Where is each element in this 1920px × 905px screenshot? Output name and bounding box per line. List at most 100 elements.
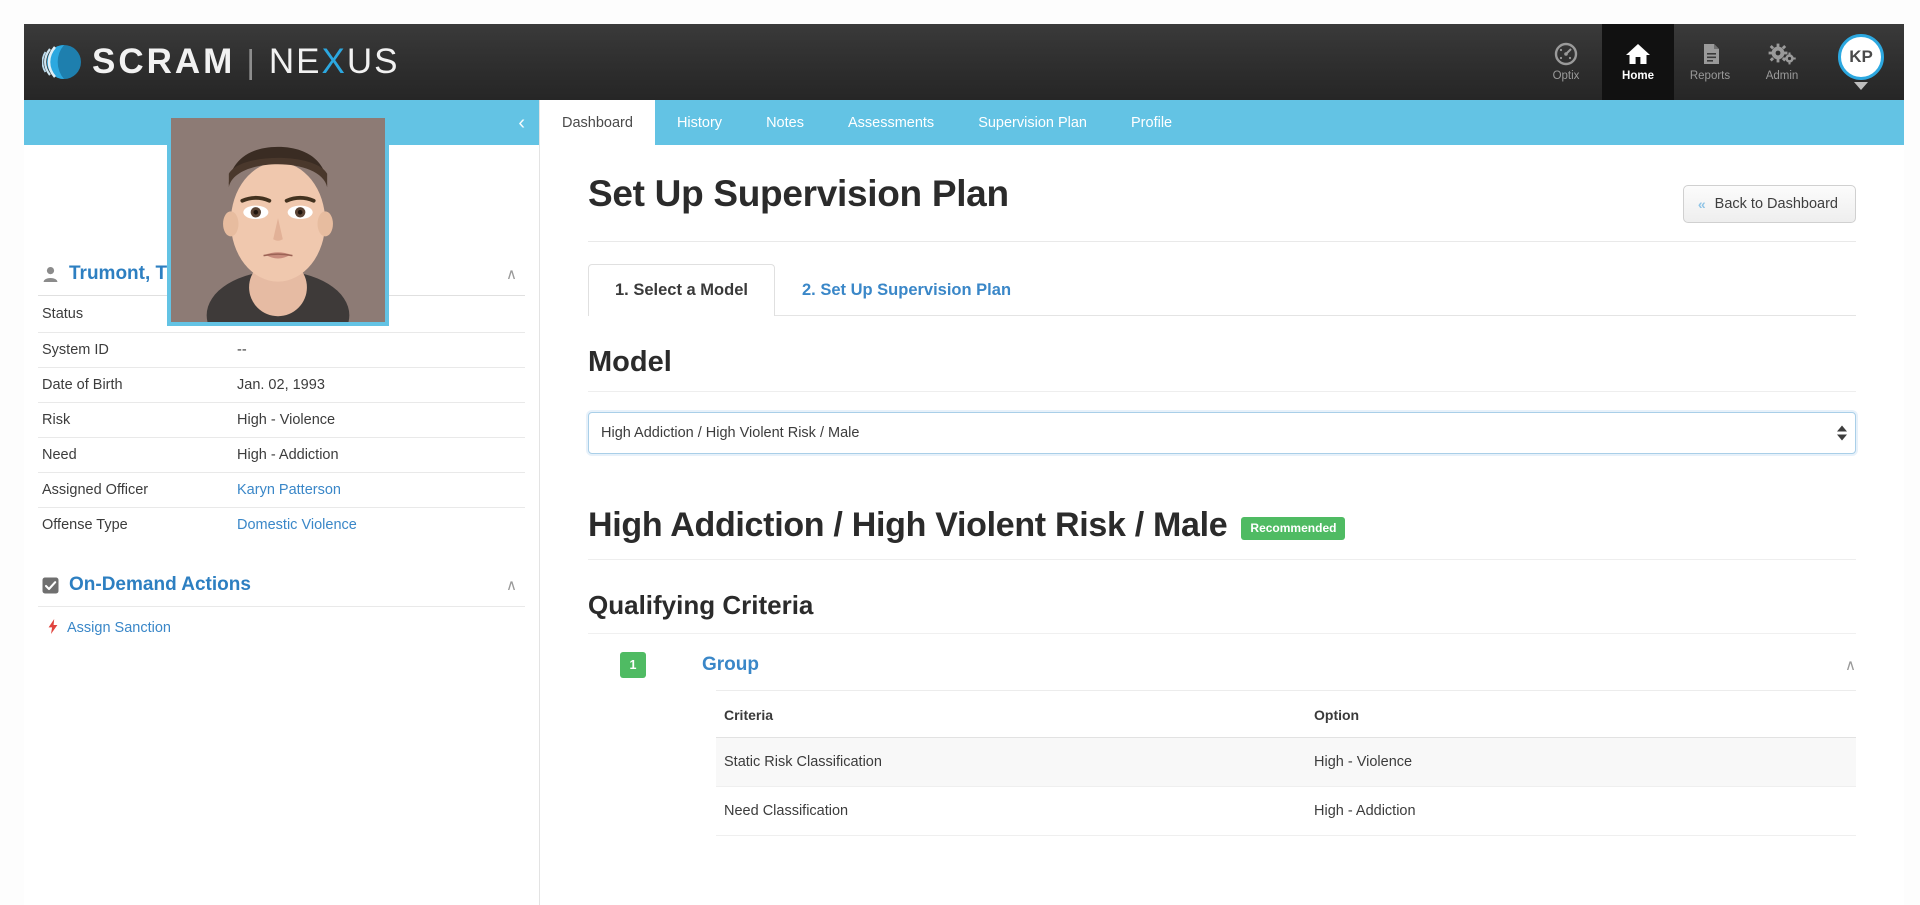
column-header-criteria: Criteria [716,691,1306,738]
table-row: Offense Type Domestic Violence [38,507,525,543]
brand-product: NEXUS [269,42,400,82]
model-select-wrap: High Addiction / High Violent Risk / Mal… [588,412,1856,454]
tab-profile-label: Profile [1131,114,1173,131]
on-demand-actions-header[interactable]: On-Demand Actions ∧ [38,568,525,606]
avatar: KP [1838,34,1884,80]
client-sidebar: ‹ Trumont, Trevor ∧ Status System ID -- … [24,100,540,905]
chevron-up-icon[interactable]: ∧ [506,576,521,594]
column-header-option: Option [1306,691,1856,738]
step-set-up-supervision-plan-label: 2. Set Up Supervision Plan [801,281,1012,299]
top-nav-items: Optix Home Reports Admin KP [1530,24,1904,100]
assigned-officer-link[interactable]: Karyn Patterson [237,482,341,498]
brand-product-pre: NE [268,42,322,81]
nav-item-optix[interactable]: Optix [1530,24,1602,100]
criteria-group-header: 1 Group ∧ [588,652,1856,678]
lightning-bolt-icon [48,619,58,636]
list-item[interactable]: Assign Sanction [38,606,525,646]
detail-key: Assigned Officer [42,482,149,498]
on-demand-actions-section: On-Demand Actions ∧ Assign Sanction [38,568,525,646]
chevron-down-icon [1854,82,1868,90]
assign-sanction-link[interactable]: Assign Sanction [67,620,171,636]
criteria-cell: Need Classification [716,786,1306,836]
application-window: SCRAM | NEXUS Optix Home Reports Admin K… [24,24,1904,905]
chevron-up-icon[interactable]: ∧ [1845,656,1856,674]
select-stepper-icon[interactable] [1837,425,1847,441]
detail-key: Need [42,447,77,463]
sidebar-collapse-icon[interactable]: ‹ [518,113,539,133]
checkbox-checked-icon [42,577,59,594]
model-heading: High Addiction / High Violent Risk / Mal… [588,506,1228,544]
chevron-up-icon[interactable]: ∧ [506,265,521,283]
detail-value: High - Addiction [237,447,339,463]
wizard-steps: 1. Select a Model 2. Set Up Supervision … [588,264,1856,316]
brand-product-post: US [346,42,400,81]
tab-assessments[interactable]: Assessments [826,100,956,145]
client-photo [167,114,389,326]
nav-item-reports[interactable]: Reports [1674,24,1746,100]
client-photo-image [171,118,385,322]
page-body: ‹ Trumont, Trevor ∧ Status System ID -- … [24,100,1904,905]
detail-key: Date of Birth [42,377,123,393]
nav-item-optix-label: Optix [1552,70,1580,82]
tab-supervision-plan-label: Supervision Plan [978,114,1088,131]
on-demand-actions-title: On-Demand Actions [69,574,251,595]
table-row: Need Classification High - Addiction [716,786,1856,836]
group-number-badge: 1 [620,652,646,678]
model-section-title: Model [588,346,1856,392]
user-menu[interactable]: KP [1818,24,1904,100]
group-link[interactable]: Group [702,654,1845,676]
double-chevron-left-icon: « [1697,196,1706,212]
tab-supervision-plan[interactable]: Supervision Plan [956,100,1109,145]
back-to-dashboard-button[interactable]: « Back to Dashboard [1682,185,1856,223]
detail-key: Offense Type [42,517,128,533]
brand-product-x: X [321,42,347,81]
offense-type-link[interactable]: Domestic Violence [237,517,357,533]
nav-item-home-label: Home [1622,70,1654,82]
recommended-badge: Recommended [1241,517,1346,540]
table-row: System ID -- [38,332,525,368]
nav-item-admin-label: Admin [1765,70,1799,82]
table-header-row: Criteria Option [716,691,1856,738]
page-header: Set Up Supervision Plan « Back to Dashbo… [588,173,1856,242]
client-detail-table: Status Active System ID -- Date of Birth… [38,295,525,542]
brand-name: SCRAM [92,42,236,81]
main-inner: Set Up Supervision Plan « Back to Dashbo… [540,145,1904,836]
client-tabs: Dashboard History Notes Assessments Supe… [540,100,1904,145]
nav-item-admin[interactable]: Admin [1746,24,1818,100]
model-select[interactable]: High Addiction / High Violent Risk / Mal… [588,412,1856,454]
criteria-table: Criteria Option Static Risk Classificati… [716,691,1856,836]
person-icon [42,266,59,283]
tab-notes[interactable]: Notes [744,100,826,145]
table-row: Risk High - Violence [38,402,525,438]
brand-divider: | [246,43,258,80]
tab-history[interactable]: History [655,100,744,145]
nav-item-reports-label: Reports [1689,70,1731,82]
gauge-icon [1552,42,1580,66]
tab-profile[interactable]: Profile [1109,100,1194,145]
tab-history-label: History [676,114,723,131]
model-select-value: High Addiction / High Violent Risk / Mal… [601,425,860,441]
screen-root: SCRAM | NEXUS Optix Home Reports Admin K… [0,0,1920,905]
detail-value: Domestic Violence [233,508,525,543]
qualifying-criteria-title: Qualifying Criteria [588,590,1856,634]
tab-notes-label: Notes [766,114,804,131]
detail-value: Jan. 02, 1993 [237,377,325,393]
detail-value: -- [237,342,247,358]
scram-waves-icon [42,40,82,84]
table-row: Static Risk Classification High - Violen… [716,737,1856,787]
detail-value: High - Violence [237,412,336,428]
table-row: Assigned Officer Karyn Patterson [38,472,525,508]
tab-dashboard-label: Dashboard [562,114,633,131]
nav-item-home[interactable]: Home [1602,24,1674,100]
page-title: Set Up Supervision Plan [588,173,1009,214]
brand-wordmark: SCRAM | NEXUS [92,42,400,82]
detail-value: Karyn Patterson [233,473,525,508]
brand-logo[interactable]: SCRAM | NEXUS [24,40,400,84]
step-select-a-model[interactable]: 1. Select a Model [588,264,775,316]
detail-key: Risk [42,412,71,428]
tab-dashboard[interactable]: Dashboard [540,100,655,145]
back-to-dashboard-label: Back to Dashboard [1714,196,1838,212]
step-set-up-supervision-plan[interactable]: 2. Set Up Supervision Plan [775,264,1038,316]
home-icon [1624,42,1652,66]
table-row: Date of Birth Jan. 02, 1993 [38,367,525,403]
